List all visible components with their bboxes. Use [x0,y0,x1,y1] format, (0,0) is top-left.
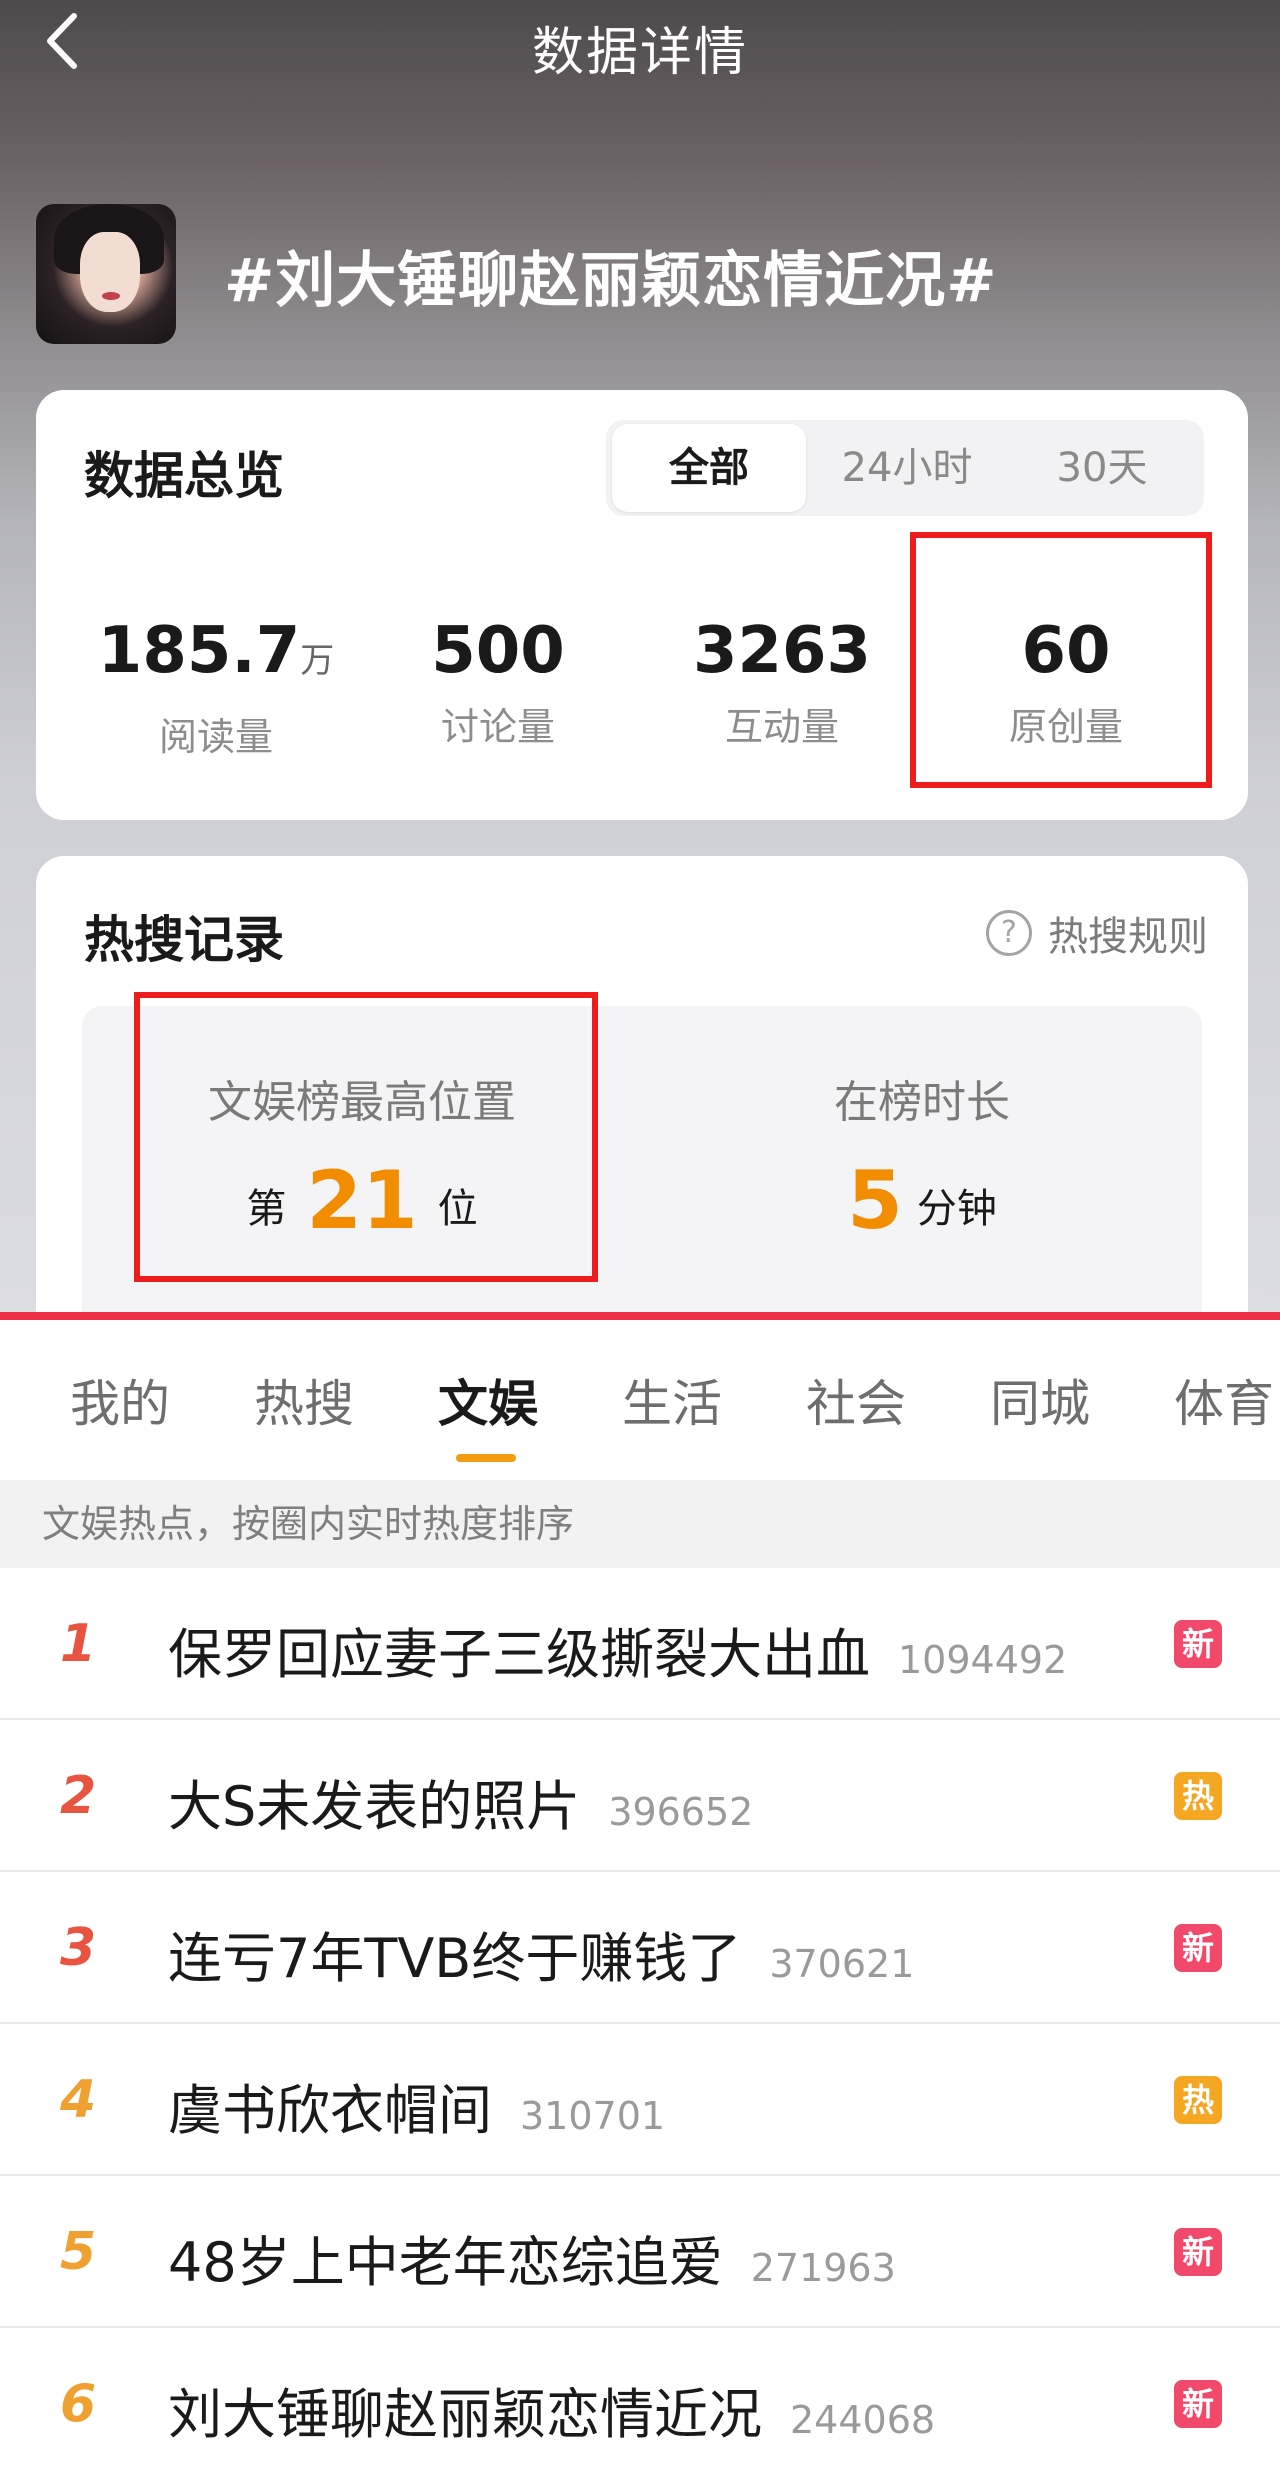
stat-label: 互动量 [724,705,839,749]
active-tab-indicator [456,1454,516,1462]
stat-value: 500 [431,614,565,688]
item-count: 244068 [790,2398,936,2442]
item-count: 1094492 [898,1638,1068,1682]
rank-number: 5 [60,2222,97,2282]
highlight-box [910,532,1212,788]
hot-rules-link[interactable]: ? 热搜规则 [986,904,1208,962]
new-badge: 新 [1174,2380,1222,2428]
hot-rules-label: 热搜规则 [1048,914,1208,960]
time-range-segmented-control: 全部 24小时 30天 [606,420,1204,516]
stat-unit: 万 [300,641,335,681]
tab-sports[interactable]: 体育 [1174,1364,1274,1436]
overview-heading: 数据总览 [84,447,284,505]
item-title: 48岁上中老年恋综追爱 [168,2231,723,2294]
question-circle-icon: ? [986,910,1032,956]
list-item[interactable]: 1 保罗回应妻子三级撕裂大出血 1094492 新 [0,1568,1280,1720]
time-on-list: 在榜时长 5 分钟 [642,1066,1202,1247]
tab-mine[interactable]: 我的 [70,1364,170,1436]
hot-record-heading: 热搜记录 [84,911,284,969]
stat-value: 3263 [692,614,872,688]
hot-badge: 热 [1174,2076,1222,2124]
list-item[interactable]: 4 虞书欣衣帽间 310701 热 [0,2024,1280,2176]
list-item[interactable]: 6 刘大锤聊赵丽颖恋情近况 244068 新 [0,2328,1280,2472]
overview-card: 数据总览 全部 24小时 30天 185.7万 阅读量 500 讨论量 3263… [36,390,1248,820]
segment-all[interactable]: 全部 [612,424,806,512]
item-title: 连亏7年TVB终于赚钱了 [168,1927,742,1990]
tab-entertainment[interactable]: 文娱 [438,1364,538,1436]
list-item[interactable]: 5 48岁上中老年恋综追爱 271963 新 [0,2176,1280,2328]
stat-interactions: 3263 互动量 [642,612,922,751]
rank-number: 4 [60,2070,97,2130]
rank-number: 6 [60,2374,97,2434]
page-title: 数据详情 [531,23,748,83]
tab-local[interactable]: 同城 [990,1364,1090,1436]
item-count: 396652 [608,1790,754,1834]
stat-reads: 185.7万 阅读量 [76,612,356,761]
item-count: 271963 [750,2246,896,2290]
stat-discussions: 500 讨论量 [358,612,638,751]
segment-24h[interactable]: 24小时 [812,420,1002,516]
new-badge: 新 [1174,1620,1222,1668]
tab-hot[interactable]: 热搜 [254,1364,354,1436]
item-title: 保罗回应妻子三级撕裂大出血 [168,1623,870,1686]
item-title: 刘大锤聊赵丽颖恋情近况 [168,2383,762,2446]
rank-number: 3 [60,1918,97,1978]
stat-label: 阅读量 [158,715,273,759]
time-on-list-label: 在榜时长 [834,1077,1010,1128]
topic-title: #刘大锤聊赵丽颖恋情近况# [224,246,998,316]
item-title: 虞书欣衣帽间 [168,2079,492,2142]
trending-section: 我的 热搜 文娱 生活 社会 同城 体育 文娱热点，按圈内实时热度排序 1 保罗… [0,1312,1280,2472]
category-tabs: 我的 热搜 文娱 生活 社会 同城 体育 [0,1320,1280,1480]
highlight-box [134,992,598,1282]
hot-record-card: 热搜记录 ? 热搜规则 文娱榜最高位置 第 21 位 在榜时长 5 分钟 [36,856,1248,1320]
list-item[interactable]: 3 连亏7年TVB终于赚钱了 370621 新 [0,1872,1280,2024]
tab-society[interactable]: 社会 [806,1364,906,1436]
stat-value: 185.7 [97,614,301,688]
topic-detail-section: 数据详情 #刘大锤聊赵丽颖恋情近况# 数据总览 全部 24小时 30天 185.… [0,0,1280,1320]
avatar[interactable] [36,204,176,344]
trending-list: 1 保罗回应妻子三级撕裂大出血 1094492 新 2 大S未发表的照片 39665… [0,1568,1280,2472]
segment-30d[interactable]: 30天 [1004,420,1200,516]
item-count: 370621 [769,1942,915,1986]
tab-life[interactable]: 生活 [622,1364,722,1436]
list-subheader: 文娱热点，按圈内实时热度排序 [0,1480,1280,1568]
time-on-list-suffix: 分钟 [916,1186,997,1232]
list-item[interactable]: 2 大S未发表的照片 396652 热 [0,1720,1280,1872]
rank-number: 1 [60,1614,97,1674]
stat-label: 讨论量 [440,705,555,749]
time-on-list-value: 5 [847,1154,903,1247]
new-badge: 新 [1174,2228,1222,2276]
hot-badge: 热 [1174,1772,1222,1820]
item-count: 310701 [520,2094,666,2138]
item-title: 大S未发表的照片 [168,1775,581,1838]
new-badge: 新 [1174,1924,1222,1972]
rank-number: 2 [60,1766,97,1826]
